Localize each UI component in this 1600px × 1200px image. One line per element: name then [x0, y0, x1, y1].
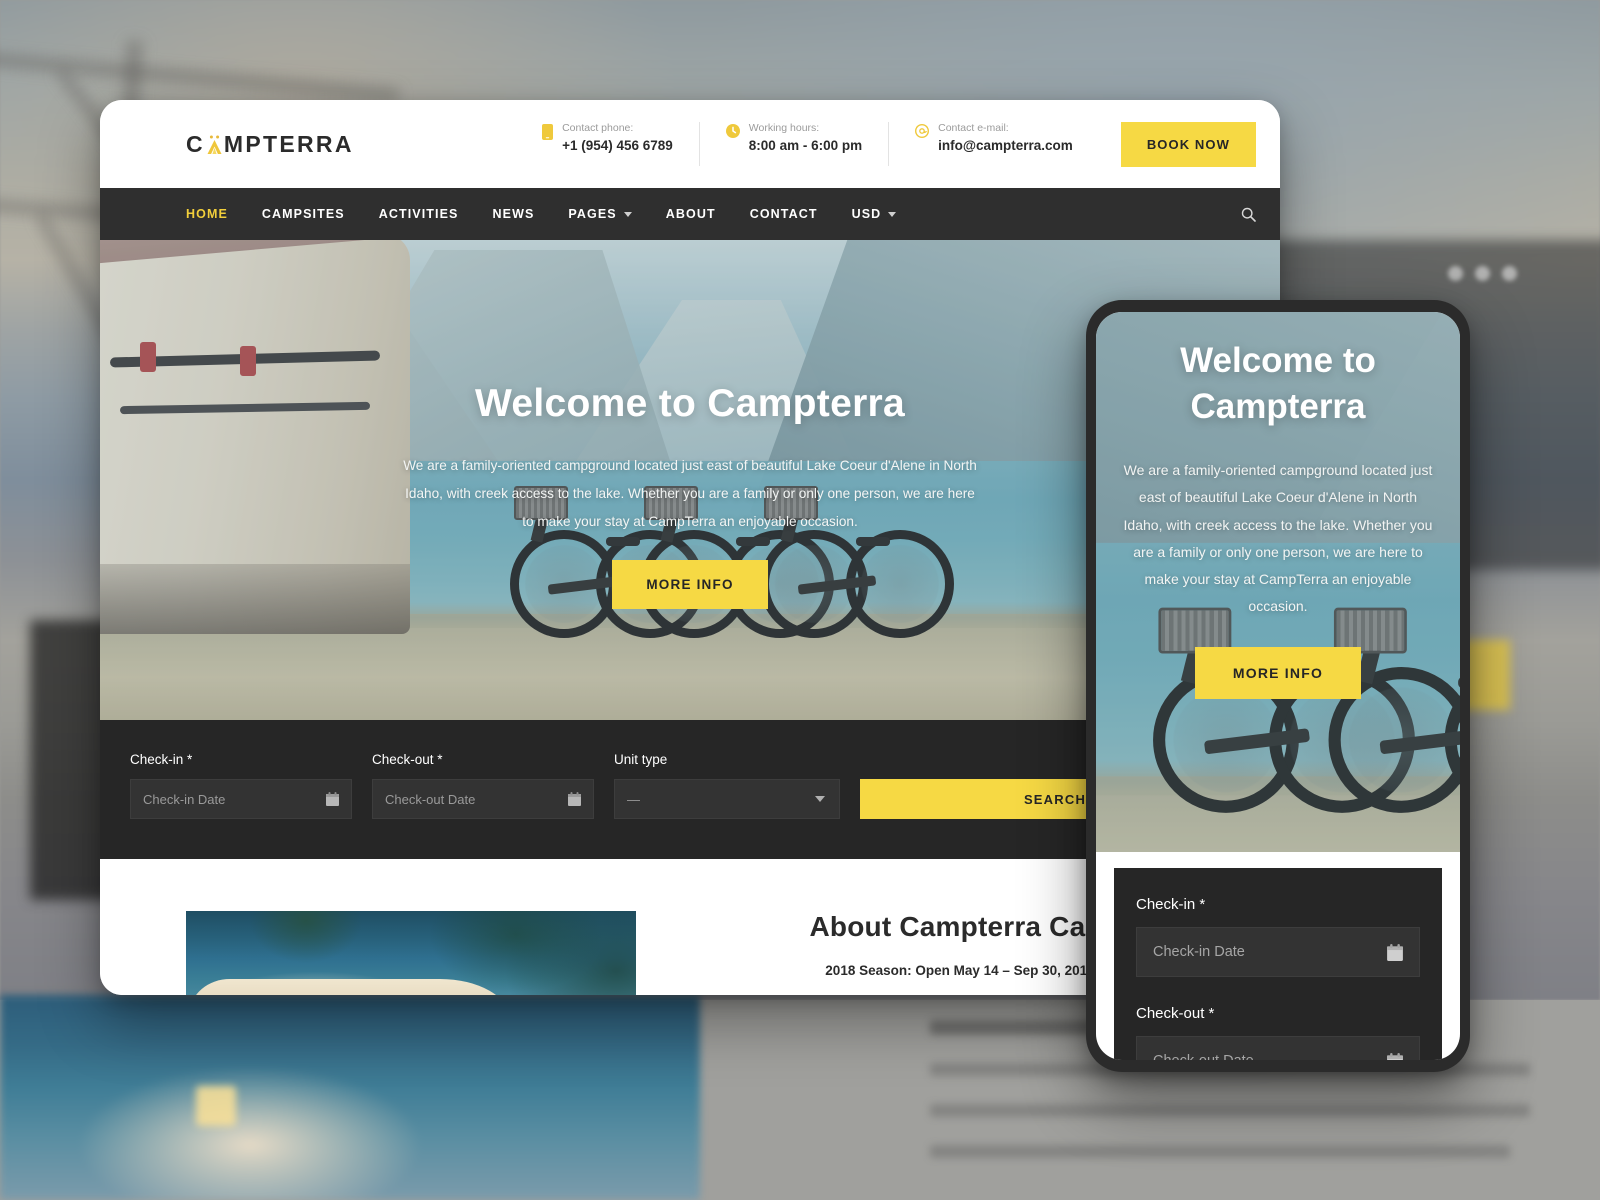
phone-checkin-label-text: Check-in [1136, 896, 1196, 913]
nav-item-currency-usd[interactable]: USD [852, 207, 897, 221]
hero-title: Welcome to Campterra [474, 382, 906, 425]
calendar-icon[interactable] [326, 792, 339, 806]
nav-label: HOME [186, 207, 228, 221]
calendar-icon[interactable] [1387, 1052, 1403, 1060]
nav-item-about[interactable]: ABOUT [666, 207, 716, 221]
unit-type-select[interactable]: — [614, 779, 840, 819]
contact-value: 8:00 am - 6:00 pm [748, 138, 863, 154]
nav-label: PAGES [568, 207, 617, 221]
phone-checkin-input[interactable]: Check-in Date [1136, 927, 1420, 977]
checkin-placeholder: Check-in Date [143, 791, 226, 807]
phone-checkout-label-text: Check-out [1136, 1005, 1205, 1022]
phone-hero-title: Welcome to Campterra [1180, 341, 1376, 426]
required-asterisk: * [1199, 896, 1206, 913]
clock-icon [725, 124, 740, 143]
nav-label: ACTIVITIES [378, 207, 459, 221]
nav-label: CAMPSITES [261, 207, 345, 221]
contact-value: +1 (954) 456 6789 [562, 138, 673, 154]
calendar-icon[interactable] [1387, 943, 1403, 961]
logo[interactable]: C MPTERRA [186, 131, 354, 158]
phone-hero-paragraph: We are a family-oriented campground loca… [1123, 462, 1433, 615]
checkout-label: Check-out * [372, 752, 594, 767]
required-asterisk: * [437, 752, 443, 767]
checkout-input[interactable]: Check-out Date [372, 779, 594, 819]
logo-text-left: C [186, 130, 205, 157]
phone-checkin-placeholder: Check-in Date [1153, 944, 1245, 960]
about-photo [186, 911, 636, 995]
phone-hero-banner: Welcome to Campterra We are a family-ori… [1096, 312, 1460, 852]
phone-icon [542, 124, 554, 145]
chevron-down-icon [623, 211, 632, 217]
phone-checkout-placeholder: Check-out Date [1153, 1053, 1254, 1060]
nav-item-pages[interactable]: PAGES [568, 207, 632, 221]
nav-label: USD [851, 207, 882, 221]
contact-item-hours[interactable]: Working hours: 8:00 am - 6:00 pm [698, 122, 888, 166]
calendar-icon[interactable] [568, 792, 581, 806]
nav-label: CONTACT [749, 207, 818, 221]
contact-item-email[interactable]: Contact e-mail: info@campterra.com [888, 122, 1099, 166]
phone-checkin-label: Check-in * [1136, 896, 1420, 913]
nav-label: ABOUT [665, 207, 716, 221]
checkin-field-group: Check-in * Check-in Date [130, 752, 352, 819]
required-asterisk: * [187, 752, 193, 767]
screenshot-stage: C MPTERRA Contact phone: +1 (954) 456 67… [0, 0, 1600, 1200]
nav-item-campsites[interactable]: CAMPSITES [262, 207, 345, 221]
contact-value: info@campterra.com [938, 138, 1073, 154]
checkin-label: Check-in * [130, 752, 352, 767]
nav-label: NEWS [492, 207, 535, 221]
more-info-button[interactable]: MORE INFO [612, 559, 768, 609]
checkout-field-group: Check-out * Check-out Date [372, 752, 594, 819]
search-icon[interactable] [1241, 207, 1256, 222]
unit-type-value: — [627, 791, 640, 807]
header-contact-group: Contact phone: +1 (954) 456 6789 Working… [516, 121, 1256, 167]
phone-mockup: Welcome to Campterra We are a family-ori… [1086, 300, 1470, 1072]
contact-item-phone[interactable]: Contact phone: +1 (954) 456 6789 [516, 122, 699, 166]
nav-item-news[interactable]: NEWS [493, 207, 535, 221]
nav-item-activities[interactable]: ACTIVITIES [379, 207, 459, 221]
unit-type-field-group: Unit type — [614, 752, 840, 819]
checkout-placeholder: Check-out Date [385, 791, 476, 807]
background-rv-photo [0, 995, 700, 1200]
at-email-icon [915, 123, 930, 143]
phone-booking-form: Check-in * Check-in Date Check-out * Che… [1114, 868, 1442, 1060]
main-navigation: HOME CAMPSITES ACTIVITIES NEWS PAGES ABO… [100, 188, 1280, 240]
book-now-button[interactable]: BOOK NOW [1120, 121, 1256, 167]
nav-item-home[interactable]: HOME [186, 207, 228, 221]
checkin-input[interactable]: Check-in Date [130, 779, 352, 819]
phone-screen: Welcome to Campterra We are a family-ori… [1096, 312, 1460, 1060]
contact-label: Working hours: [748, 122, 820, 134]
contact-label: Contact e-mail: [938, 122, 1009, 134]
background-dots [1448, 266, 1518, 284]
background-rv-window [196, 1086, 236, 1126]
phone-checkout-label: Check-out * [1136, 1005, 1420, 1022]
phone-checkout-input[interactable]: Check-out Date [1136, 1036, 1420, 1060]
phone-more-info-button[interactable]: MORE INFO [1194, 646, 1362, 699]
checkin-label-text: Check-in [130, 752, 184, 767]
logo-text-right: MPTERRA [223, 130, 354, 157]
chevron-down-icon [815, 796, 825, 802]
site-header: C MPTERRA Contact phone: +1 (954) 456 67… [100, 100, 1280, 188]
tent-letter-a-icon [206, 135, 223, 154]
chevron-down-icon [888, 211, 897, 217]
unit-type-label: Unit type [614, 752, 668, 767]
required-asterisk: * [1208, 1005, 1215, 1022]
hero-paragraph: We are a family-oriented campground loca… [403, 458, 977, 529]
contact-label: Contact phone: [562, 122, 634, 134]
nav-item-contact[interactable]: CONTACT [750, 207, 818, 221]
checkout-label-text: Check-out [372, 752, 434, 767]
